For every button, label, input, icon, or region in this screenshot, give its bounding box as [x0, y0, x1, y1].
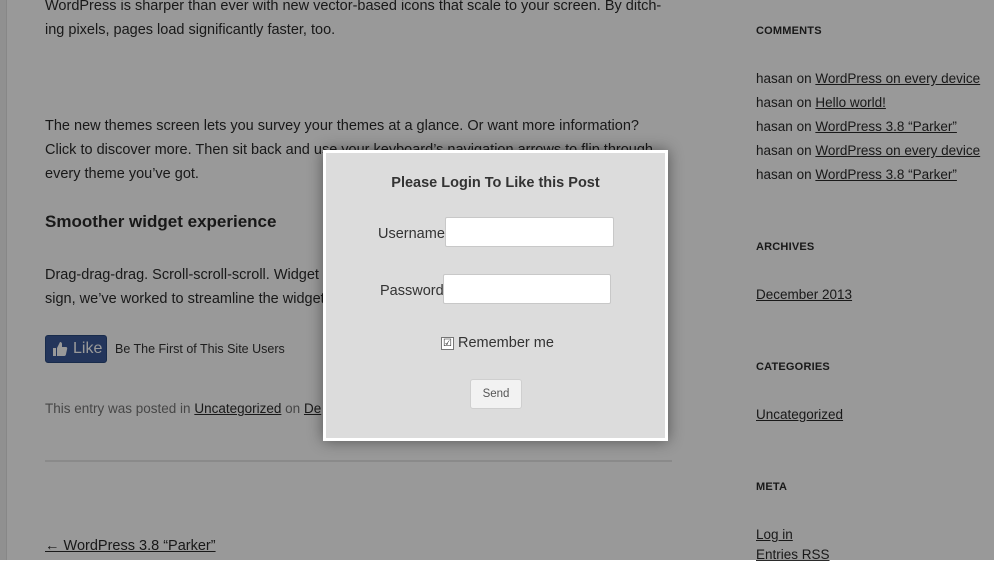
send-button[interactable]: Send: [470, 379, 522, 409]
username-input[interactable]: [445, 217, 614, 247]
modal-title: Please Login To Like this Post: [391, 175, 600, 191]
remember-me-checkbox[interactable]: ☑: [441, 336, 454, 350]
username-label: Username: [378, 226, 445, 242]
remember-me-row: ☑ Remember me: [441, 335, 554, 351]
login-modal: Please Login To Like this Post Username …: [323, 150, 668, 441]
password-label: Password: [380, 283, 444, 299]
remember-me-label: Remember me: [458, 335, 554, 351]
password-input[interactable]: [443, 274, 611, 304]
